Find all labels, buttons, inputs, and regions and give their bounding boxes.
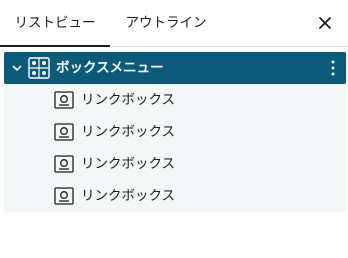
list-view-item-label: ボックスメニュー [56, 60, 164, 76]
list-view-item-box-menu[interactable]: ボックスメニュー [4, 52, 346, 84]
tab-list-view[interactable]: リストビュー [0, 0, 110, 47]
list-view-tree: ボックスメニュー リンクボックス リンクボックス リンクボックス リンクボックス [4, 52, 346, 212]
list-view-children: リンクボックス リンクボックス リンクボックス リンクボックス [4, 84, 346, 212]
list-view-item-label: リンクボックス [81, 156, 176, 172]
list-view-item-label: リンクボックス [81, 124, 176, 140]
close-button[interactable] [313, 11, 337, 35]
list-view-item-label: リンクボックス [81, 92, 176, 108]
link-box-block-icon [54, 91, 74, 109]
more-options-icon[interactable] [330, 59, 336, 77]
list-view-item-link-box[interactable]: リンクボックス [4, 116, 346, 148]
chevron-down-icon[interactable] [10, 61, 24, 75]
link-box-block-icon [54, 123, 74, 141]
list-view-item-link-box[interactable]: リンクボックス [4, 148, 346, 180]
link-box-block-icon [54, 155, 74, 173]
list-view-item-link-box[interactable]: リンクボックス [4, 84, 346, 116]
link-box-block-icon [54, 187, 74, 205]
panel-tabs: リストビュー アウトライン [0, 0, 348, 47]
list-view-item-label: リンクボックス [81, 188, 176, 204]
tab-outline[interactable]: アウトライン [110, 0, 222, 46]
close-icon [319, 17, 331, 29]
list-view-item-link-box[interactable]: リンクボックス [4, 180, 346, 212]
box-menu-block-icon [28, 57, 50, 79]
